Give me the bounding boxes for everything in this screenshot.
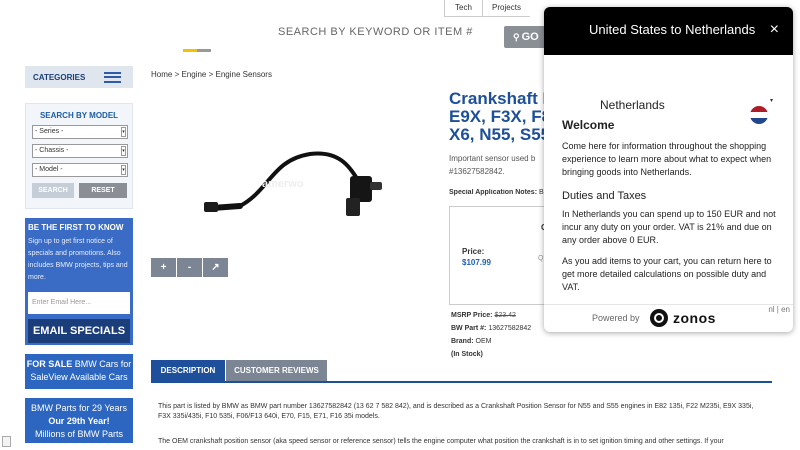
description-text: This part is listed by BMW as BMW part n…: [158, 403, 754, 445]
newsletter-title: BE THE FIRST TO KNOW: [28, 223, 124, 232]
search-input[interactable]: SEARCH BY KEYWORD OR ITEM #: [278, 26, 473, 38]
newsletter-panel: BE THE FIRST TO KNOW Sign up to get firs…: [25, 218, 133, 345]
series-select[interactable]: - Series - ▾: [32, 125, 128, 139]
price-box: O Price: $107.99 Q: [449, 206, 549, 305]
nav-projects[interactable]: Projects: [482, 0, 530, 17]
modal-footer: Powered by zonos nl | en: [544, 304, 793, 332]
chevron-down-icon: ▾: [121, 165, 126, 175]
breadcrumb: Home > Engine > Engine Sensors: [151, 70, 272, 79]
model-select[interactable]: - Model - ▾: [32, 163, 128, 177]
brand-value: OEM: [475, 338, 492, 345]
application-notes: Special Application Notes: BM: [449, 189, 549, 196]
close-icon[interactable]: ×: [770, 7, 779, 53]
top-nav: Tech Projects: [444, 0, 530, 17]
logo-stripe: [183, 49, 211, 52]
zonos-brand[interactable]: zonos: [673, 310, 716, 326]
duties-heading: Duties and Taxes: [562, 190, 647, 202]
zoom-in-button[interactable]: +: [151, 258, 176, 277]
chevron-down-icon: ▾: [121, 127, 126, 137]
chevron-down-icon: ▾: [121, 146, 126, 156]
chassis-select[interactable]: - Chassis - ▾: [32, 144, 128, 158]
model-search-button[interactable]: SEARCH: [32, 183, 74, 198]
welcome-heading: Welcome: [562, 118, 615, 132]
page-icon: [2, 436, 11, 447]
modal-header: United States to Netherlands ×: [544, 7, 793, 55]
cars-for-sale-banner[interactable]: FOR SALE BMW Cars for SaleView Available…: [25, 354, 133, 389]
model-reset-button[interactable]: RESET: [79, 183, 127, 198]
categories-label: CATEGORIES: [33, 72, 86, 82]
newsletter-text: Sign up to get first notice of specials …: [28, 238, 128, 281]
menu-icon[interactable]: [104, 71, 121, 83]
tab-customer-reviews[interactable]: CUSTOMER REVIEWS: [226, 360, 327, 381]
email-specials-button[interactable]: EMAIL SPECIALS: [28, 319, 130, 343]
external-link-icon[interactable]: ↗: [203, 258, 228, 277]
categories-header[interactable]: CATEGORIES: [25, 66, 133, 88]
price-label: Price:: [462, 247, 485, 256]
go-button[interactable]: ⚲ GO: [504, 26, 546, 48]
sidebar: CATEGORIES SEARCH BY MODEL - Series - ▾ -…: [25, 66, 133, 443]
shipping-info-modal: United States to Netherlands × Netherlan…: [544, 7, 793, 332]
msrp-price: $23.42: [494, 312, 516, 319]
language-switcher[interactable]: nl | en: [768, 305, 790, 314]
product-tabs: DESCRIPTION CUSTOMER REVIEWS: [151, 360, 772, 383]
chevron-down-icon[interactable]: ▾: [770, 97, 773, 104]
stock-status: (In Stock): [451, 351, 483, 358]
search-by-model-title: SEARCH BY MODEL: [39, 111, 119, 120]
product-summary: Important sensor used b #13627582842.: [449, 154, 536, 176]
email-field[interactable]: Enter Email Here...: [28, 292, 130, 314]
years-banner[interactable]: BMW Parts for 29 Years Our 29th Year! Mi…: [25, 398, 133, 443]
part-number: 13627582842: [488, 325, 532, 332]
zoom-out-button[interactable]: -: [177, 258, 202, 277]
image-tools: + - ↗: [151, 258, 228, 277]
zonos-logo-icon: [650, 309, 668, 327]
modal-title: United States to Netherlands: [589, 22, 756, 37]
product-meta: MSRP Price: $23.42 BW Part #: 1362758284…: [451, 312, 532, 358]
modal-content: Welcome Come here for information throug…: [562, 118, 782, 294]
quantity-label: Q: [538, 255, 544, 262]
nav-tech[interactable]: Tech: [444, 0, 482, 17]
search-icon: ⚲: [513, 32, 520, 42]
product-title: Crankshaft P E9X, F3X, F8 X6, N55, S55: [449, 90, 549, 144]
search-by-model-panel: SEARCH BY MODEL - Series - ▾ - Chassis - ▾…: [25, 103, 133, 209]
watermark: amerwo: [262, 178, 304, 190]
country-selector[interactable]: Netherlands: [600, 98, 665, 112]
tab-description[interactable]: DESCRIPTION: [151, 360, 225, 381]
price-value: $107.99: [462, 258, 491, 267]
